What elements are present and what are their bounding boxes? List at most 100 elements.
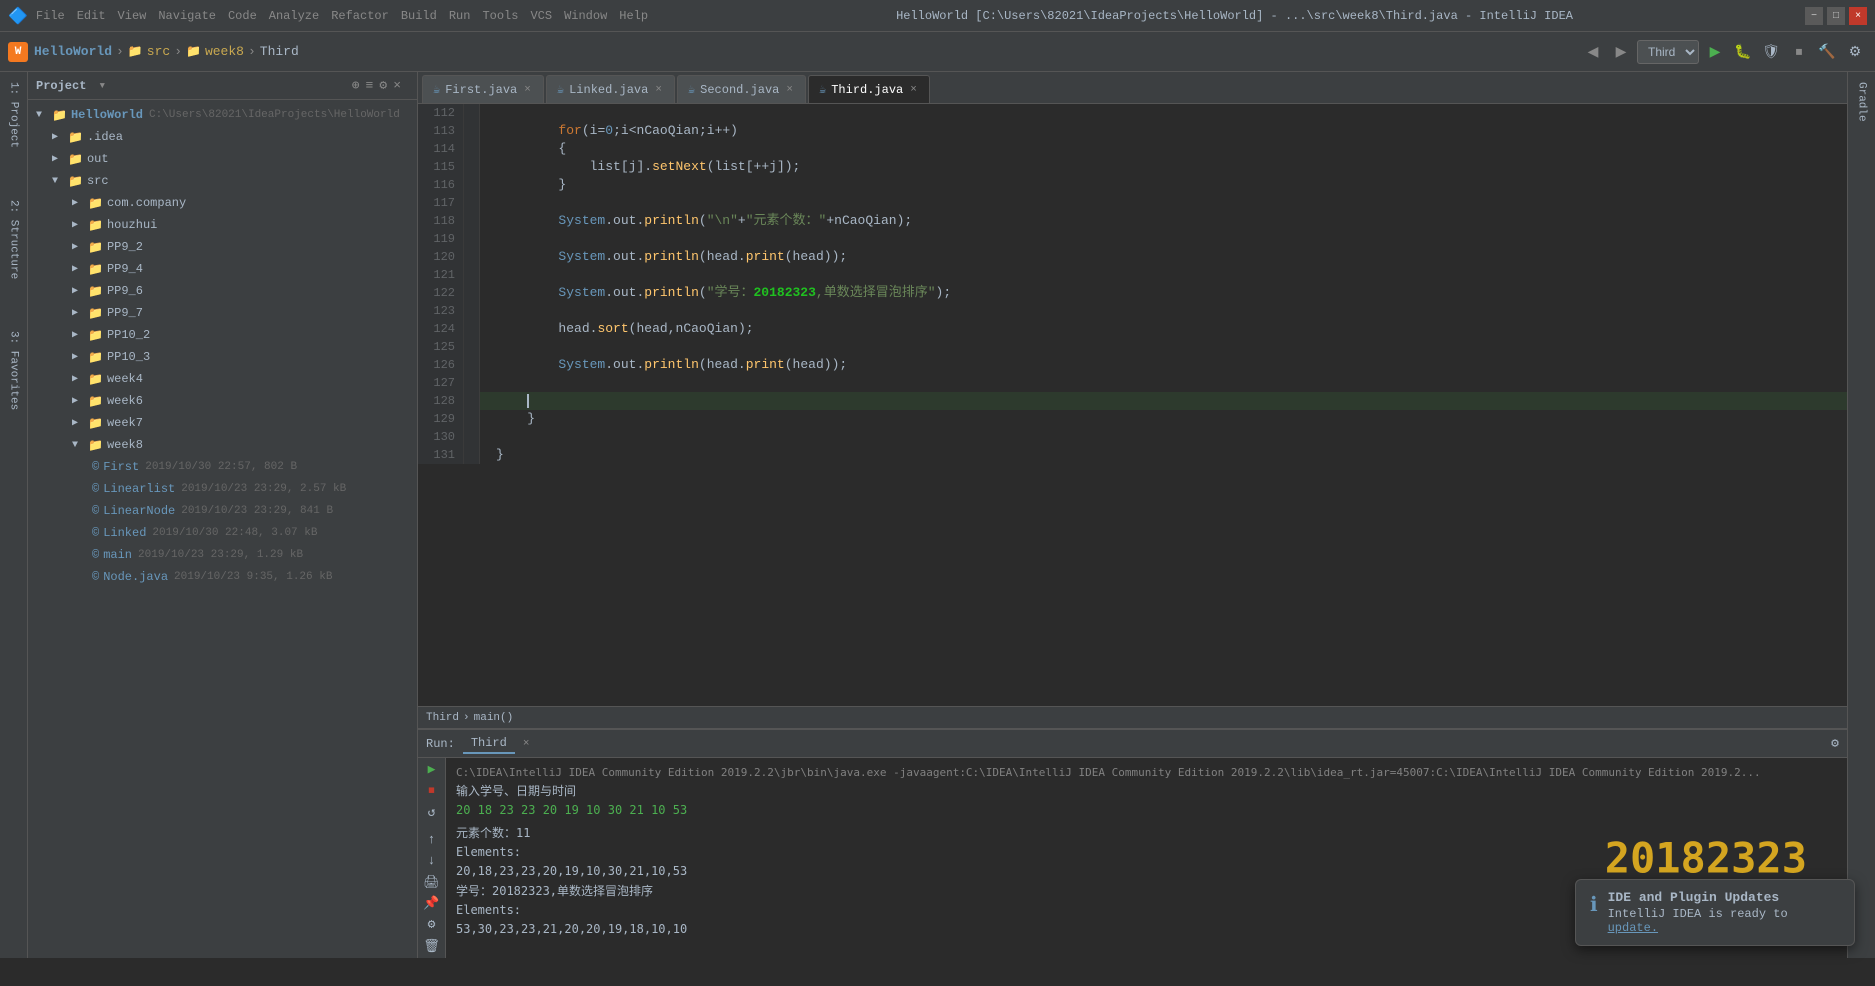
- update-link[interactable]: update.: [1608, 921, 1658, 935]
- comcompany-label: com.company: [107, 196, 186, 210]
- tab-first-java[interactable]: ☕ First.java ×: [422, 75, 544, 103]
- pp92-label: PP9_2: [107, 240, 143, 254]
- gradle-tab[interactable]: Gradle: [1854, 76, 1870, 128]
- coverage-button[interactable]: 🛡: [1759, 40, 1783, 64]
- close-tab-second[interactable]: ×: [784, 83, 795, 97]
- nodejava-meta: 2019/10/23 9:35, 1.26 kB: [174, 571, 332, 583]
- tree-item-pp102[interactable]: ▶ 📁 PP10_2: [28, 324, 417, 346]
- run-button[interactable]: ▶: [1703, 40, 1727, 64]
- pp103-label: PP10_3: [107, 350, 150, 364]
- tree-item-pp94[interactable]: ▶ 📁 PP9_4: [28, 258, 417, 280]
- tab-linked-java[interactable]: ☕ Linked.java ×: [546, 75, 675, 103]
- tree-item-helloworld[interactable]: ▼ 📁 HelloWorld C:\Users\82021\IdeaProjec…: [28, 104, 417, 126]
- run-tab[interactable]: Third: [463, 734, 515, 754]
- root-folder-icon: 📁: [52, 108, 67, 123]
- print-button[interactable]: 🖨: [421, 875, 443, 890]
- menu-window[interactable]: Window: [564, 9, 607, 23]
- clear-button[interactable]: 🗑: [421, 939, 443, 954]
- scroll-up-button[interactable]: ↑: [421, 832, 443, 847]
- tab-second-java[interactable]: ☕ Second.java ×: [677, 75, 806, 103]
- menu-file[interactable]: File: [36, 9, 65, 23]
- code-line-123: 123: [418, 302, 1847, 320]
- tree-item-week6[interactable]: ▶ 📁 week6: [28, 390, 417, 412]
- stop-run-button[interactable]: ⏹: [421, 783, 443, 798]
- structure-tab[interactable]: 2: Structure: [6, 194, 22, 285]
- code-editor[interactable]: 112 113 for(i=0;i<nCaoQian;i++) 114 {: [418, 104, 1847, 706]
- tree-item-linked[interactable]: © Linked 2019/10/30 22:48, 3.07 kB: [28, 522, 417, 544]
- tree-item-first[interactable]: © First 2019/10/30 22:57, 802 B: [28, 456, 417, 478]
- tabs-bar: ☕ First.java × ☕ Linked.java × ☕ Second.…: [418, 72, 1847, 104]
- menu-analyze[interactable]: Analyze: [269, 9, 319, 23]
- expand-arrow: ▶: [52, 153, 68, 165]
- close-run-tab[interactable]: ×: [523, 738, 530, 750]
- code-line-129: 129 }: [418, 410, 1847, 428]
- menu-refactor[interactable]: Refactor: [331, 9, 389, 23]
- settings-button[interactable]: ⚙: [1843, 40, 1867, 64]
- run-config-select[interactable]: Third: [1637, 40, 1699, 64]
- tree-item-pp96[interactable]: ▶ 📁 PP9_6: [28, 280, 417, 302]
- main-toolbar: W HelloWorld › 📁 src › 📁 week8 › Third ◀…: [0, 32, 1875, 72]
- first-label: First: [103, 460, 139, 474]
- folder-icon: 📁: [88, 196, 103, 211]
- breadcrumb-app[interactable]: HelloWorld: [34, 44, 112, 59]
- expand-arrow: ▶: [72, 351, 88, 363]
- tree-item-main[interactable]: © main 2019/10/23 23:29, 1.29 kB: [28, 544, 417, 566]
- run-settings-icon[interactable]: ⚙: [1831, 736, 1839, 751]
- back-nav-button[interactable]: ◀: [1581, 40, 1605, 64]
- build-button[interactable]: 🔨: [1815, 40, 1839, 64]
- locate-icon[interactable]: ⊕: [352, 78, 360, 93]
- run-again-button[interactable]: ▶: [421, 762, 443, 777]
- settings-icon[interactable]: ⚙: [379, 78, 387, 93]
- run-cmd-line: C:\IDEA\IntelliJ IDEA Community Edition …: [456, 764, 1837, 782]
- tree-item-week4[interactable]: ▶ 📁 week4: [28, 368, 417, 390]
- minimize-button[interactable]: −: [1805, 7, 1823, 25]
- forward-nav-button[interactable]: ▶: [1609, 40, 1633, 64]
- scroll-down-button[interactable]: ↓: [421, 853, 443, 868]
- folder-icon: 📁: [88, 306, 103, 321]
- pin-button[interactable]: 📌: [421, 896, 443, 911]
- collapse-icon[interactable]: ≡: [366, 78, 374, 93]
- maximize-button[interactable]: □: [1827, 7, 1845, 25]
- close-tab-linked[interactable]: ×: [653, 83, 664, 97]
- close-tab-third[interactable]: ×: [908, 83, 919, 97]
- breadcrumb-week8[interactable]: week8: [205, 44, 244, 59]
- tree-item-week8[interactable]: ▼ 📁 week8: [28, 434, 417, 456]
- close-panel-icon[interactable]: ×: [393, 78, 401, 93]
- sidebar-header: Project ▾ ⊕ ≡ ⚙ ×: [28, 72, 417, 100]
- tree-item-nodejava[interactable]: © Node.java 2019/10/23 9:35, 1.26 kB: [28, 566, 417, 588]
- filter-button[interactable]: ⚙: [421, 917, 443, 932]
- tree-item-week7[interactable]: ▶ 📁 week7: [28, 412, 417, 434]
- code-line-117: 117: [418, 194, 1847, 212]
- stop-button[interactable]: ⏹: [1787, 40, 1811, 64]
- menu-build[interactable]: Build: [401, 9, 437, 23]
- breadcrumb-src[interactable]: src: [147, 44, 170, 59]
- tree-item-pp103[interactable]: ▶ 📁 PP10_3: [28, 346, 417, 368]
- menu-edit[interactable]: Edit: [77, 9, 106, 23]
- gear-icon: ▾: [98, 78, 106, 93]
- code-line-119: 119: [418, 230, 1847, 248]
- menu-view[interactable]: View: [118, 9, 147, 23]
- tree-item-src[interactable]: ▼ 📁 src: [28, 170, 417, 192]
- tree-item-pp97[interactable]: ▶ 📁 PP9_7: [28, 302, 417, 324]
- tree-item-idea[interactable]: ▶ 📁 .idea: [28, 126, 417, 148]
- project-tab[interactable]: 1: Project: [6, 76, 22, 154]
- menu-run[interactable]: Run: [449, 9, 471, 23]
- tree-item-out[interactable]: ▶ 📁 out: [28, 148, 417, 170]
- favorites-tab[interactable]: 3: Favorites: [6, 325, 22, 416]
- menu-help[interactable]: Help: [619, 9, 648, 23]
- rerun-button[interactable]: ↺: [421, 805, 443, 820]
- tab-third-java[interactable]: ☕ Third.java ×: [808, 75, 930, 103]
- breadcrumb-third[interactable]: Third: [260, 44, 299, 59]
- close-tab-first[interactable]: ×: [522, 83, 533, 97]
- tree-item-pp92[interactable]: ▶ 📁 PP9_2: [28, 236, 417, 258]
- close-button[interactable]: ×: [1849, 7, 1867, 25]
- menu-code[interactable]: Code: [228, 9, 257, 23]
- menu-vcs[interactable]: VCS: [530, 9, 552, 23]
- tree-item-houzhui[interactable]: ▶ 📁 houzhui: [28, 214, 417, 236]
- tree-item-linearlist[interactable]: © Linearlist 2019/10/23 23:29, 2.57 kB: [28, 478, 417, 500]
- debug-button[interactable]: 🐛: [1731, 40, 1755, 64]
- tree-item-linearnode[interactable]: © LinearNode 2019/10/23 23:29, 841 B: [28, 500, 417, 522]
- menu-navigate[interactable]: Navigate: [158, 9, 216, 23]
- menu-tools[interactable]: Tools: [482, 9, 518, 23]
- tree-item-comcompany[interactable]: ▶ 📁 com.company: [28, 192, 417, 214]
